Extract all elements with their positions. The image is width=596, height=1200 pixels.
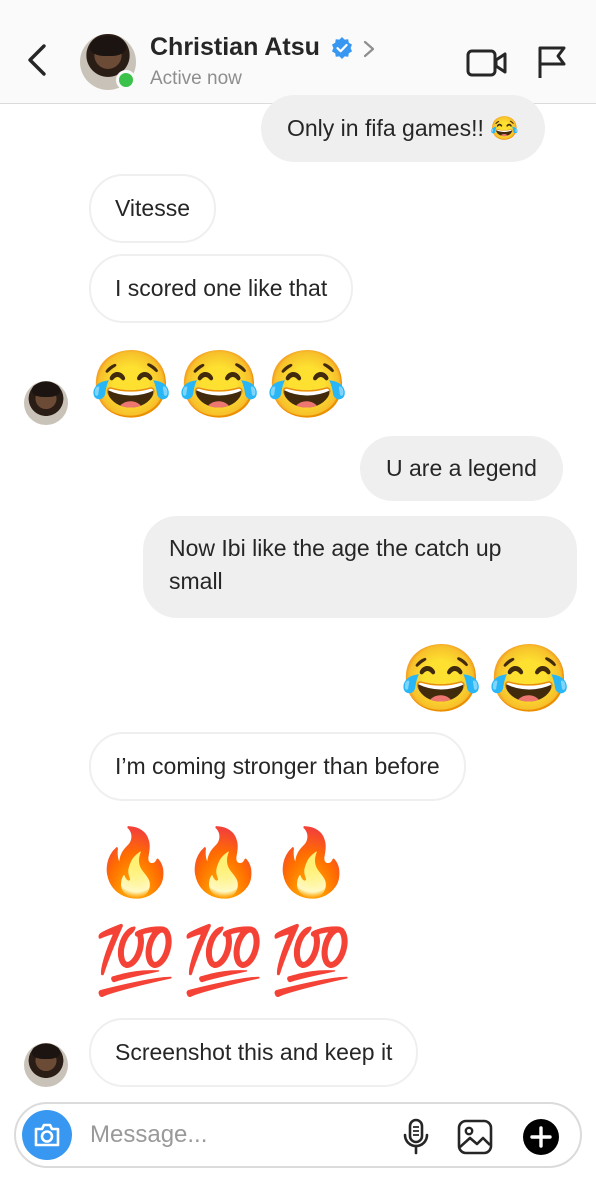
message-composer: Message... <box>14 1102 582 1168</box>
camera-icon <box>34 1123 60 1147</box>
camera-button[interactable] <box>22 1110 72 1160</box>
chat-header: Christian Atsu Active now <box>0 0 596 104</box>
message-bubble-outgoing[interactable]: U are a legend <box>360 436 563 501</box>
contact-name[interactable]: Christian Atsu <box>150 33 320 62</box>
message-line: Now Ibi like the age the catch up <box>169 535 502 561</box>
verified-badge-icon <box>332 37 352 59</box>
emoji-message[interactable]: 😂😂😂 <box>90 344 355 424</box>
emoji-message[interactable]: 😂😂 <box>400 638 576 718</box>
message-bubble-outgoing[interactable]: Only in fifa games!! 😂 <box>261 95 545 162</box>
active-status: Active now <box>150 68 242 89</box>
flag-icon[interactable] <box>536 44 568 80</box>
emoji-message[interactable]: 🔥🔥🔥 <box>94 822 359 902</box>
contact-avatar-small <box>24 1043 68 1087</box>
message-bubble-incoming[interactable]: Screenshot this and keep it <box>89 1018 419 1087</box>
message-bubble-incoming[interactable]: I scored one like that <box>89 254 354 323</box>
contact-avatar-small <box>24 381 68 425</box>
message-bubble-outgoing[interactable]: Now Ibi like the age the catch up small <box>143 516 577 618</box>
message-input[interactable]: Message... <box>90 1121 207 1149</box>
message-bubble-incoming[interactable]: I’m coming stronger than before <box>89 732 466 801</box>
microphone-icon[interactable] <box>402 1118 430 1156</box>
message-bubble-incoming[interactable]: Vitesse <box>89 174 217 243</box>
back-chevron-icon[interactable] <box>22 42 54 78</box>
plus-icon[interactable] <box>522 1118 560 1156</box>
chevron-right-icon[interactable] <box>362 40 376 58</box>
message-line: small <box>169 568 223 594</box>
video-call-icon[interactable] <box>466 48 508 78</box>
gallery-icon[interactable] <box>456 1118 494 1156</box>
online-indicator <box>116 70 136 90</box>
emoji-message[interactable]: 💯💯💯 <box>94 920 359 1000</box>
